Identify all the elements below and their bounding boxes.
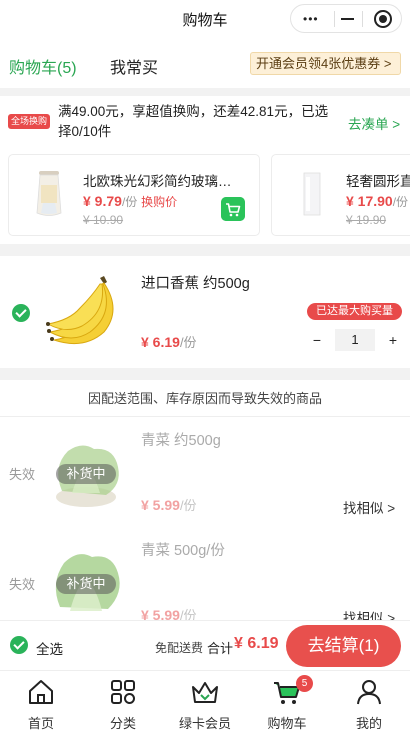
tabbar-item-category[interactable]: 分类 xyxy=(82,671,164,732)
banana-image xyxy=(46,276,114,345)
more-icon[interactable]: ••• xyxy=(303,13,319,25)
price-value: ¥ 9.79 xyxy=(83,193,122,209)
promo-badge: 全场换购 xyxy=(8,114,51,129)
invalid-item-name: 青菜 约500g xyxy=(141,433,221,449)
home-icon xyxy=(29,680,53,704)
item-price: ¥ 6.19/份 xyxy=(141,332,197,351)
price-unit: /份 xyxy=(179,608,197,620)
tabbar-item-mine[interactable]: 我的 xyxy=(328,671,410,732)
tabbar-label: 购物车 xyxy=(267,716,307,731)
restocking-label: 补货中 xyxy=(56,574,116,594)
close-target-icon[interactable] xyxy=(374,10,392,28)
crown-icon xyxy=(192,682,218,703)
exchange-product-card[interactable]: 北欧珠光幻彩简约玻璃花瓶 ¥ 9.79/份 换购价 ¥ 10.90 xyxy=(8,154,260,236)
product-price: ¥ 17.90/份 xyxy=(346,193,408,210)
price-unit: /份 xyxy=(121,195,138,209)
tab-cart[interactable]: 购物车(5) xyxy=(9,54,77,78)
invalid-item: 失效 补货中 青菜 约500g ¥ 5.99/份 找相似 > xyxy=(0,417,410,527)
tabbar-item-home[interactable]: 首页 xyxy=(0,671,82,732)
exchange-promo-section: 全场换购 满49.00元，享超值换购，还差42.81元，已选择0/10件 去凑单… xyxy=(0,96,410,244)
vase-image xyxy=(36,171,62,216)
quantity-input[interactable]: 1 xyxy=(335,329,375,351)
free-shipping-text: 免配送费 xyxy=(155,641,204,655)
top-navbar: 购物车 ••• xyxy=(0,0,410,36)
total-value: ¥ 6.19 xyxy=(234,635,279,652)
exchange-product-card[interactable]: 轻奢圆形直筒玻璃花瓶 ¥ 17.90/份 ¥ 19.90 xyxy=(271,154,410,236)
price-value: ¥ 5.99 xyxy=(141,497,180,513)
invalid-item: 失效 补货中 青菜 500g/份 ¥ 5.99/份 找相似 > xyxy=(0,527,410,620)
product-name: 北欧珠光幻彩简约玻璃花瓶 xyxy=(83,174,243,189)
price-unit: /份 xyxy=(179,498,197,513)
price-value: ¥ 5.99 xyxy=(141,607,180,620)
invalid-status: 失效 xyxy=(9,577,36,592)
tab-frequent[interactable]: 我常买 xyxy=(110,54,158,78)
price-value: ¥ 17.90 xyxy=(346,193,393,209)
decrease-button[interactable]: − xyxy=(308,332,326,348)
cart-item: 进口香蕉 约500g ¥ 6.19/份 已达最大购买量 − 1 + xyxy=(0,256,410,368)
price-unit: /份 xyxy=(392,195,409,209)
find-similar-link[interactable]: 找相似 > xyxy=(343,607,395,620)
increase-button[interactable]: + xyxy=(384,332,402,348)
exchange-price-tag: 换购价 xyxy=(141,195,178,209)
category-icon xyxy=(111,680,135,704)
capsule-divider xyxy=(362,11,363,27)
promo-text: 满49.00元，享超值换购，还差42.81元，已选择0/10件 xyxy=(58,104,329,139)
mini-program-capsule: ••• xyxy=(290,4,402,33)
original-price: ¥ 10.90 xyxy=(83,213,124,227)
find-similar-link[interactable]: 找相似 > xyxy=(343,497,395,517)
invalid-item-price: ¥ 5.99/份 xyxy=(141,605,197,620)
add-to-cart-icon[interactable] xyxy=(221,197,245,221)
invalid-items-section: 因配送范围、库存原因而导致失效的商品 失效 补货中 青菜 约500g ¥ 5.9… xyxy=(0,380,410,620)
product-price: ¥ 9.79/份 换购价 xyxy=(83,193,177,210)
tabbar-item-member[interactable]: 绿卡会员 xyxy=(164,671,246,732)
tabbar-label: 分类 xyxy=(109,716,136,731)
checkout-bar: 全选 免配送费 合计 ¥ 6.19 去结算(1) xyxy=(0,620,410,670)
checkout-button[interactable]: 去结算(1) xyxy=(286,625,401,667)
cart-page: 购物车 ••• 购物车(5) 我常买 开通会员领4张优惠券 > 全场换购 满49… xyxy=(0,0,410,732)
user-icon xyxy=(357,680,381,705)
tabbar-label: 我的 xyxy=(355,716,382,731)
select-all-checkbox[interactable] xyxy=(10,636,28,654)
select-all-label[interactable]: 全选 xyxy=(36,638,63,658)
capsule-divider xyxy=(334,11,335,27)
tabbar-label: 绿卡会员 xyxy=(178,716,231,731)
bottom-tabbar: 首页 分类 绿卡会员 5 购物车 我的 xyxy=(0,670,410,732)
minimize-icon[interactable] xyxy=(341,18,354,20)
add-more-link[interactable]: 去凑单 > xyxy=(348,113,400,133)
restocking-label: 补货中 xyxy=(56,464,116,484)
price-value: ¥ 6.19 xyxy=(141,334,180,350)
item-name: 进口香蕉 约500g xyxy=(141,276,250,292)
total-label: 合计 xyxy=(207,641,234,656)
member-coupon-button[interactable]: 开通会员领4张优惠券 > xyxy=(250,52,401,75)
product-name: 轻奢圆形直筒玻璃花瓶 xyxy=(346,174,410,189)
cart-count-badge: 5 xyxy=(296,675,313,692)
vase-image xyxy=(303,172,321,216)
invalid-item-price: ¥ 5.99/份 xyxy=(141,495,197,514)
tabbar-label: 首页 xyxy=(27,716,54,731)
item-checkbox[interactable] xyxy=(12,304,30,322)
tabbar-item-cart[interactable]: 5 购物车 xyxy=(246,671,328,732)
invalid-status: 失效 xyxy=(9,467,36,482)
max-quantity-tag: 已达最大购买量 xyxy=(307,303,402,320)
original-price: ¥ 19.90 xyxy=(346,213,387,227)
invalid-item-name: 青菜 500g/份 xyxy=(141,543,225,559)
cart-tabs: 购物车(5) 我常买 开通会员领4张优惠券 > xyxy=(0,36,410,88)
invalid-section-header: 因配送范围、库存原因而导致失效的商品 xyxy=(0,380,410,417)
price-unit: /份 xyxy=(179,335,197,350)
